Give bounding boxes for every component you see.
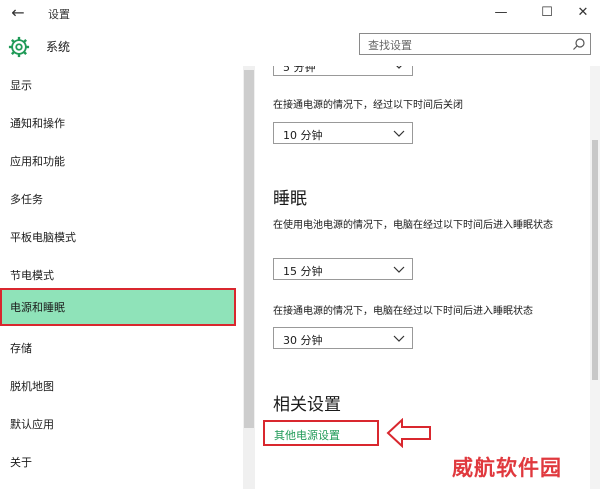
sidebar-item-label: 通知和操作 <box>10 117 65 130</box>
sidebar-item-default-apps[interactable]: 默认应用 <box>0 405 236 443</box>
chevron-down-icon <box>393 130 405 137</box>
minimize-button[interactable]: — <box>487 3 515 23</box>
sidebar-item-display[interactable]: 显示 <box>0 66 236 104</box>
sidebar-item-label: 脱机地图 <box>10 380 54 393</box>
sleep-plugged-label: 在接通电源的情况下，电脑在经过以下时间后进入睡眠状态 <box>273 306 533 317</box>
sidebar-item-storage[interactable]: 存储 <box>0 329 236 367</box>
sidebar-item-label: 应用和功能 <box>10 155 65 168</box>
sidebar-item-about[interactable]: 关于 <box>0 443 236 481</box>
search-icon[interactable] <box>572 37 586 51</box>
sidebar-item-tablet-mode[interactable]: 平板电脑模式 <box>0 218 236 256</box>
related-settings-heading: 相关设置 <box>273 395 341 415</box>
dropdown-value: 5 分钟 <box>283 66 316 74</box>
sidebar-item-apps[interactable]: 应用和功能 <box>0 142 236 180</box>
chevron-down-icon <box>393 335 405 342</box>
sidebar: 显示 通知和操作 应用和功能 多任务 平板电脑模式 节电模式 电源和睡眠 存储 … <box>0 66 242 489</box>
screen-battery-dropdown[interactable]: 5 分钟 <box>273 66 413 76</box>
search-input[interactable]: 查找设置 <box>359 33 591 55</box>
sidebar-item-label: 默认应用 <box>10 418 54 431</box>
sidebar-item-label: 关于 <box>10 456 32 469</box>
sleep-battery-dropdown[interactable]: 15 分钟 <box>273 258 413 280</box>
back-arrow-icon[interactable]: ← <box>8 3 28 23</box>
sidebar-item-label: 节电模式 <box>10 269 54 282</box>
chevron-down-icon <box>396 66 402 69</box>
sidebar-item-label: 多任务 <box>10 193 43 206</box>
search-placeholder: 查找设置 <box>368 39 412 52</box>
sleep-plugged-dropdown[interactable]: 30 分钟 <box>273 327 413 349</box>
content-scrollbar-thumb[interactable] <box>592 140 598 380</box>
sidebar-item-power-sleep[interactable]: 电源和睡眠 <box>0 288 236 326</box>
sleep-battery-label: 在使用电池电源的情况下，电脑在经过以下时间后进入睡眠状态 <box>273 220 553 231</box>
annotation-arrow-icon <box>386 418 431 448</box>
page-title: 系统 <box>46 40 71 54</box>
sidebar-scrollbar-thumb[interactable] <box>244 70 254 428</box>
other-power-settings-link[interactable]: 其他电源设置 <box>263 420 379 446</box>
sidebar-item-notifications[interactable]: 通知和操作 <box>0 104 236 142</box>
sidebar-item-label: 显示 <box>10 79 32 92</box>
dropdown-value: 15 分钟 <box>283 265 323 278</box>
dropdown-value: 10 分钟 <box>283 129 323 142</box>
title-bar: ← 设置 — ☐ ✕ <box>0 0 600 26</box>
maximize-button[interactable]: ☐ <box>533 3 561 23</box>
sidebar-item-offline-maps[interactable]: 脱机地图 <box>0 367 236 405</box>
dropdown-value: 30 分钟 <box>283 334 323 347</box>
sidebar-item-label: 平板电脑模式 <box>10 231 76 244</box>
sleep-heading: 睡眠 <box>273 189 307 209</box>
sidebar-item-label: 电源和睡眠 <box>10 301 65 314</box>
window-title: 设置 <box>48 8 70 21</box>
gear-icon <box>8 36 30 58</box>
sidebar-item-label: 存储 <box>10 342 32 355</box>
screen-plugged-label: 在接通电源的情况下，经过以下时间后关闭 <box>273 100 463 111</box>
link-label: 其他电源设置 <box>274 429 340 442</box>
chevron-down-icon <box>393 266 405 273</box>
screen-plugged-dropdown[interactable]: 10 分钟 <box>273 122 413 144</box>
sidebar-item-multitasking[interactable]: 多任务 <box>0 180 236 218</box>
close-button[interactable]: ✕ <box>569 3 597 23</box>
watermark: 威航软件园 <box>452 456 562 480</box>
page-header: 系统 查找设置 <box>0 26 600 66</box>
